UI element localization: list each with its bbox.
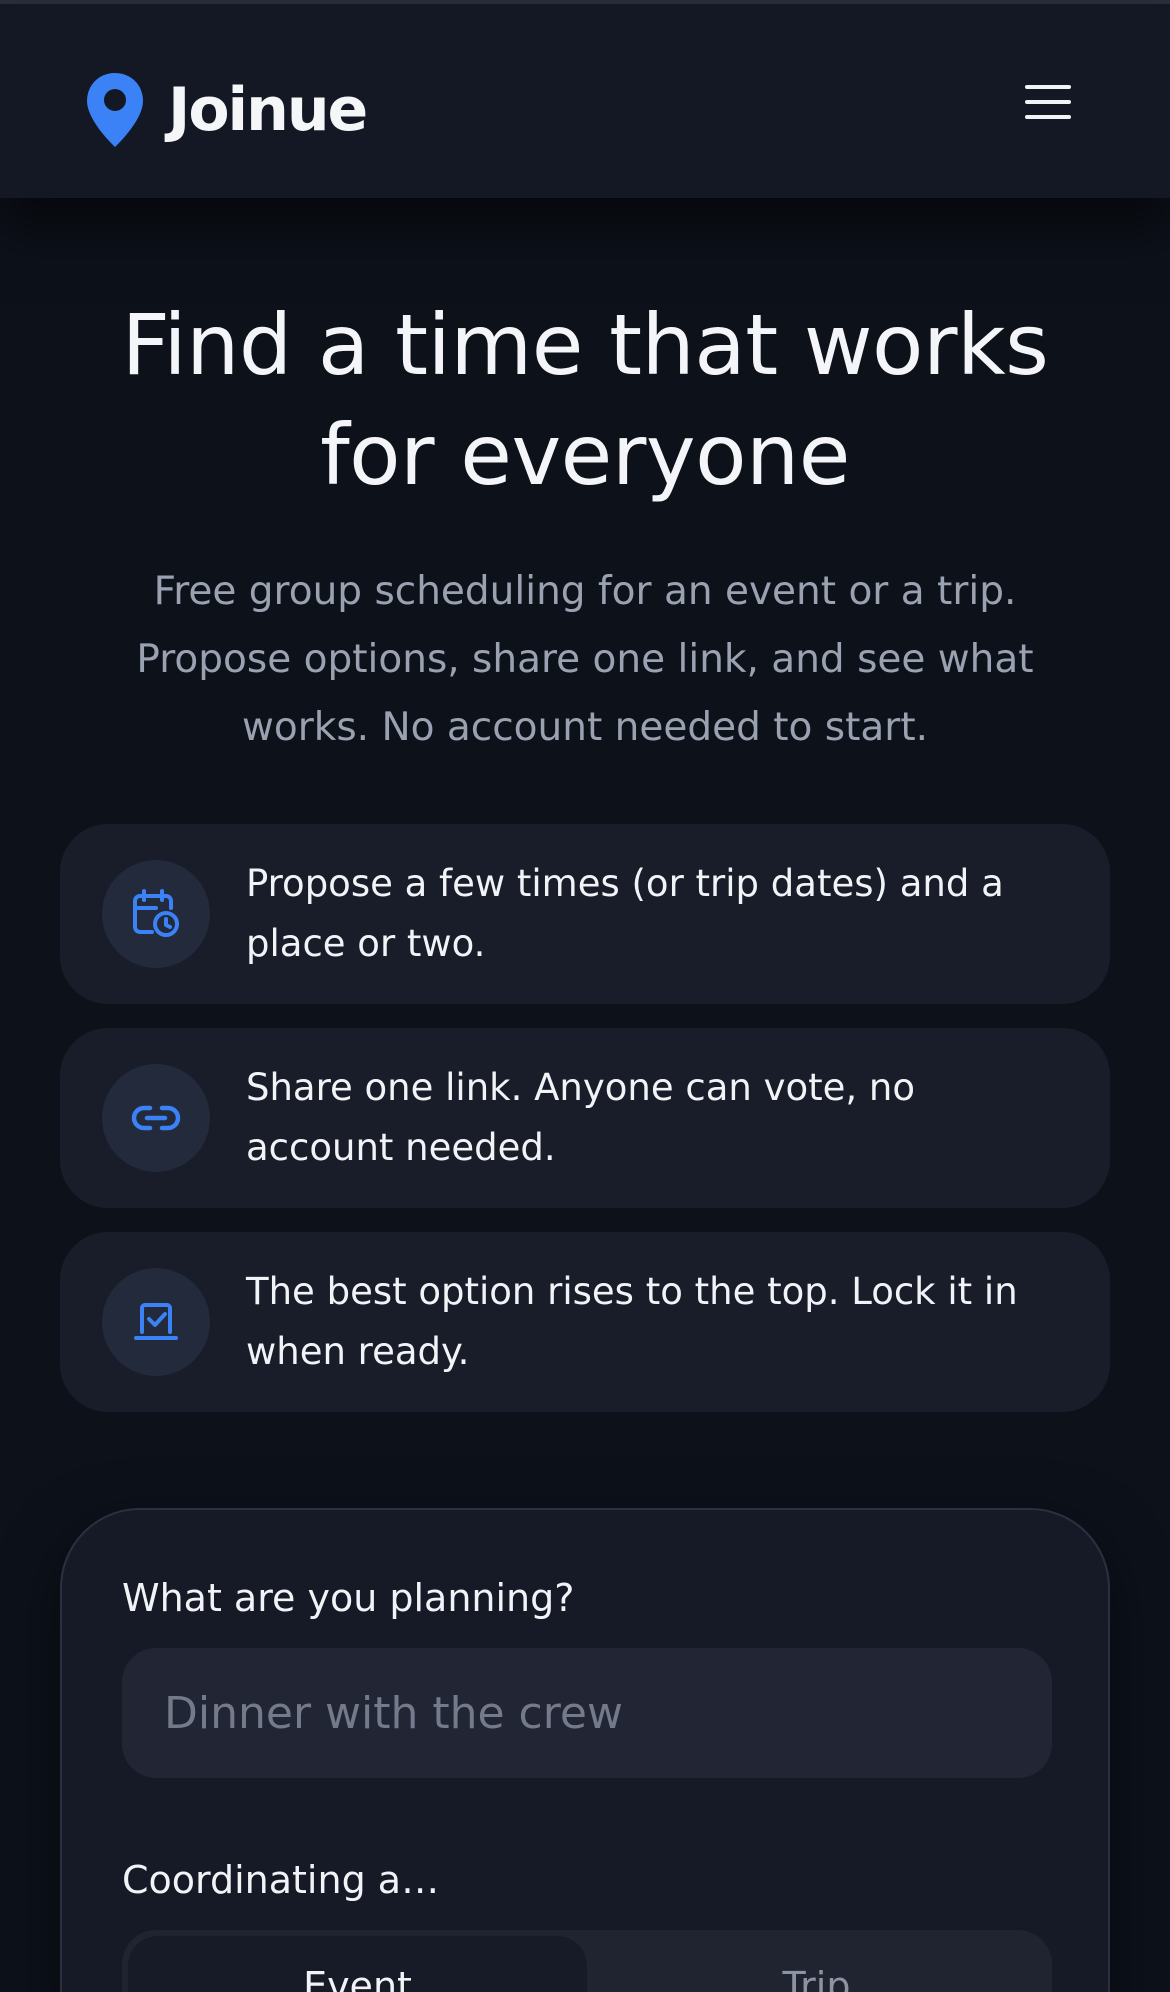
link-icon [102, 1064, 210, 1172]
checkbox-icon [102, 1268, 210, 1376]
plan-type-trip[interactable]: Trip [587, 1936, 1046, 1992]
map-pin-icon [87, 73, 143, 147]
brand-logo[interactable]: Joinue [84, 60, 368, 160]
feature-card-propose: Propose a few times (or trip dates) and … [60, 824, 1110, 1004]
feature-card-share: Share one link. Anyone can vote, no acco… [60, 1028, 1110, 1208]
calendar-clock-icon [102, 860, 210, 968]
brand-name: Joinue [168, 75, 368, 145]
feature-text: The best option rises to the top. Lock i… [246, 1270, 1018, 1373]
create-plan-form: What are you planning? Coordinating a… E… [60, 1508, 1110, 1992]
coordinating-label: Coordinating a… [122, 1858, 440, 1902]
hero-title: Find a time that works for everyone [121, 296, 1049, 504]
feature-list: Propose a few times (or trip dates) and … [60, 824, 1110, 1436]
plan-input[interactable] [122, 1648, 1052, 1778]
hero-section: Find a time that works for everyone Free… [0, 290, 1170, 762]
feature-text: Share one link. Anyone can vote, no acco… [246, 1066, 916, 1169]
hamburger-menu-icon[interactable] [1016, 70, 1080, 134]
plan-type-toggle: Event Trip [122, 1930, 1052, 1992]
plan-label: What are you planning? [122, 1576, 575, 1620]
hero-subtitle: Free group scheduling for an event or a … [136, 569, 1034, 750]
feature-card-best-option: The best option rises to the top. Lock i… [60, 1232, 1110, 1412]
plan-type-event[interactable]: Event [128, 1936, 587, 1992]
page: Joinue Find a time that works for everyo… [0, 0, 1170, 1992]
navbar: Joinue [0, 4, 1170, 198]
feature-text: Propose a few times (or trip dates) and … [246, 862, 1004, 965]
